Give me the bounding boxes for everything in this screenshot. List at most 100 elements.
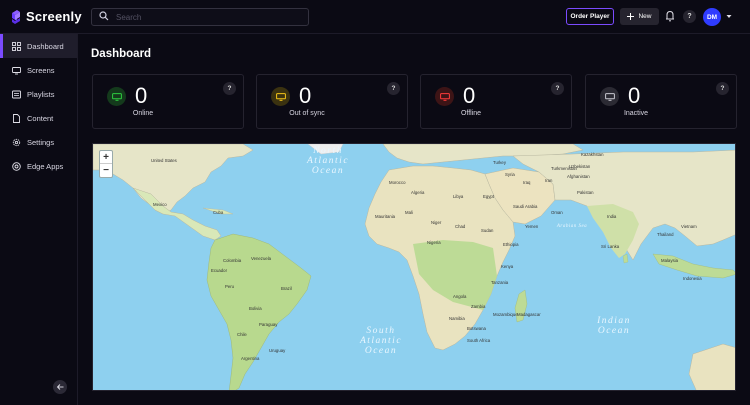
map-place: Kazakhstan (581, 152, 604, 157)
chevron-down-icon[interactable] (726, 14, 732, 19)
map-place: Argentina (241, 356, 260, 361)
top-bar: Screenly Order Player New ? (0, 0, 750, 34)
zoom-out-label: − (103, 165, 109, 176)
help-button[interactable]: ? (683, 10, 696, 23)
new-button-label: New (638, 13, 652, 20)
sidebar-item-settings[interactable]: Settings (0, 130, 77, 154)
search-box[interactable] (91, 8, 309, 26)
brand-name: Screenly (26, 9, 82, 24)
zoom-control: + − (99, 150, 113, 178)
help-label: ? (391, 85, 396, 92)
edge-apps-icon (12, 161, 21, 171)
world-map[interactable]: + − North Atlantic Ocean South Atlantic … (92, 143, 736, 391)
map-place: Zambia (471, 304, 486, 309)
stat-count: 0 (299, 83, 312, 108)
stat-label: Online (132, 110, 154, 117)
file-icon (13, 113, 20, 123)
monitor-icon (111, 92, 122, 101)
stat-card-inactive: 0 Inactive ? (585, 74, 737, 129)
stat-count: 0 (135, 83, 148, 108)
sidebar-item-label: Playlists (27, 89, 55, 99)
stat-card-offline: 0 Offline ? (420, 74, 572, 129)
map-place: Bolivia (249, 306, 262, 311)
help-button[interactable]: ? (551, 82, 564, 95)
zoom-in-button[interactable]: + (100, 151, 112, 164)
map-place: Ecuador (211, 268, 228, 273)
stat-card-out-of-sync: 0 Out of sync ? (256, 74, 408, 129)
map-place: Cuba (213, 210, 224, 215)
map-place: Yemen (525, 224, 539, 229)
search-input[interactable] (116, 11, 301, 24)
status-indicator (271, 87, 290, 106)
map-place: Paraguay (259, 322, 278, 327)
brand-logo[interactable]: Screenly (10, 9, 82, 24)
map-place: Iran (545, 178, 553, 183)
avatar-initials: DM (706, 13, 718, 21)
map-place: Sudan (481, 228, 494, 233)
map-place: Kenya (501, 264, 514, 269)
stat-count: 0 (463, 83, 476, 108)
status-indicator (107, 87, 126, 106)
stat-count: 0 (628, 83, 641, 108)
sidebar: Dashboard Screens Playlists Content Sett… (0, 34, 78, 405)
page-title: Dashboard (91, 48, 152, 60)
bell-icon[interactable] (665, 9, 675, 23)
map-place: Niger (431, 220, 442, 225)
map-place: Mauritania (375, 214, 396, 219)
sidebar-item-screens[interactable]: Screens (0, 58, 77, 82)
map-place: Oman (551, 210, 563, 215)
sidebar-collapse-button[interactable] (53, 380, 67, 394)
map-place: Namibia (449, 316, 465, 321)
map-place: Colombia (223, 258, 242, 263)
sidebar-item-content[interactable]: Content (0, 106, 77, 130)
map-place: Syria (505, 172, 515, 177)
zoom-in-label: + (103, 151, 109, 163)
map-place: Peru (225, 284, 235, 289)
map-place: Botswana (467, 326, 486, 331)
stat-card-online: 0 Online ? (92, 74, 244, 129)
help-button[interactable]: ? (716, 82, 729, 95)
monitor-icon (439, 92, 450, 101)
map-place: Afghanistan (567, 174, 590, 179)
map-place: Madagascar (517, 312, 541, 317)
map-place: Pakistan (577, 190, 594, 195)
map-place: Chile (237, 332, 247, 337)
map-place: Egypt (483, 194, 494, 199)
map-place: Uzbekistan (569, 164, 591, 169)
map-place: Sri Lanka (601, 244, 620, 249)
map-place: Tanzania (491, 280, 509, 285)
map-place: Angola (453, 294, 467, 299)
map-place: Ethiopia (503, 242, 519, 247)
avatar[interactable]: DM (703, 8, 721, 26)
status-indicator (435, 87, 454, 106)
ocean-label: Arabian Sea (556, 224, 588, 229)
map-place: Chad (455, 224, 466, 229)
stat-label: Inactive (623, 110, 649, 117)
help-button[interactable]: ? (223, 82, 236, 95)
status-indicator (600, 87, 619, 106)
ocean-label: Indian Ocean (597, 316, 631, 336)
plus-icon (627, 13, 635, 20)
help-label: ? (227, 85, 232, 92)
sidebar-item-label: Edge Apps (27, 161, 64, 171)
map-place: Uruguay (269, 348, 286, 353)
sidebar-item-dashboard[interactable]: Dashboard (0, 34, 77, 58)
help-button[interactable]: ? (387, 82, 400, 95)
map-place: South Africa (467, 338, 491, 343)
monitor-icon (12, 66, 21, 74)
zoom-out-button[interactable]: − (100, 164, 112, 177)
map-place: Libya (453, 194, 464, 199)
map-place: Nigeria (427, 240, 441, 245)
map-place: Indonesia (683, 276, 702, 281)
sidebar-item-edge-apps[interactable]: Edge Apps (0, 154, 77, 178)
sidebar-item-playlists[interactable]: Playlists (0, 82, 77, 106)
order-player-button[interactable]: Order Player (566, 8, 614, 25)
map-place: Morocco (389, 180, 406, 185)
search-icon (99, 11, 109, 21)
sidebar-item-label: Dashboard (27, 41, 64, 51)
map-place: United States (151, 158, 177, 163)
map-place: Mali (405, 210, 413, 215)
arrow-left-icon (56, 384, 63, 390)
gear-icon (12, 138, 21, 146)
new-button[interactable]: New (620, 8, 659, 25)
